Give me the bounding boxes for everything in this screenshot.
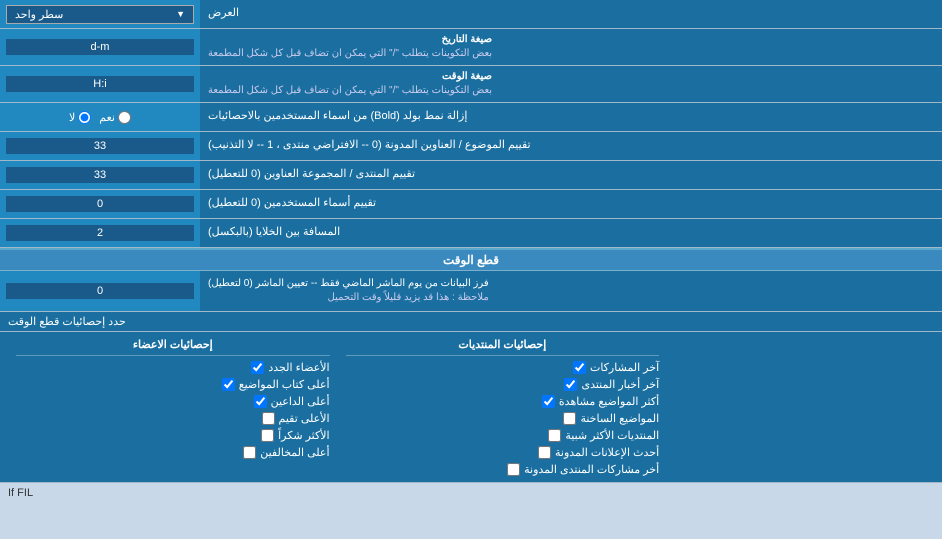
date-format-input[interactable]: [6, 39, 194, 55]
checkbox-forum-posts: أخر مشاركات المنتدى المدونة: [346, 461, 660, 478]
if-fil-row: If FIL: [0, 483, 942, 503]
checkbox-most-similar-input[interactable]: [548, 429, 561, 442]
topic-order-input-cell: [0, 132, 200, 160]
time-format-label: صيغة الوقت بعض التكوينات يتطلب "/" التي …: [200, 66, 942, 102]
time-format-input-cell: [0, 66, 200, 102]
checkbox-new-members-input[interactable]: [251, 361, 264, 374]
users-order-row: تقييم أسماء المستخدمين (0 للتعطيل): [0, 190, 942, 219]
display-mode-row: العرض ▼ سطر واحد: [0, 0, 942, 29]
display-mode-input[interactable]: ▼ سطر واحد: [0, 0, 200, 28]
bold-radio-cell: نعم لا: [0, 103, 200, 131]
checkbox-top-rated: الأعلى تقيم: [16, 410, 330, 427]
members-stats-col: إحصائيات الاعضاء الأعضاء الجدد أعلى كتاب…: [8, 336, 338, 478]
forum-order-input-cell: [0, 161, 200, 189]
time-format-input[interactable]: [6, 76, 194, 92]
empty-col: [667, 336, 934, 478]
posts-stats-header: إحصائيات المنتديات: [346, 336, 660, 356]
checkbox-top-writers-input[interactable]: [222, 378, 235, 391]
users-order-label: تقييم أسماء المستخدمين (0 للتعطيل): [200, 190, 942, 218]
checkbox-most-viewed: أكثر المواضيع مشاهدة: [346, 393, 660, 410]
bold-no-radio[interactable]: [78, 111, 91, 124]
members-stats-header: إحصائيات الاعضاء: [16, 336, 330, 356]
checkbox-top-rated-input[interactable]: [262, 412, 275, 425]
checkbox-top-invitors: أعلى الداعين: [16, 393, 330, 410]
checkbox-latest-announcements: أحدث الإعلانات المدونة: [346, 444, 660, 461]
realtime-header: قطع الوقت: [0, 248, 942, 271]
checkbox-latest-posts: آخر المشاركات: [346, 359, 660, 376]
bold-no-label[interactable]: لا: [69, 111, 91, 124]
forum-order-input[interactable]: [6, 167, 194, 183]
bold-yes-label[interactable]: نعم: [99, 111, 131, 124]
checkbox-most-thanks: الأكثر شكراً: [16, 427, 330, 444]
checkbox-most-thanks-input[interactable]: [261, 429, 274, 442]
checkbox-latest-announcements-input[interactable]: [538, 446, 551, 459]
cell-spacing-label: المسافة بين الخلايا (بالبكسل): [200, 219, 942, 247]
cell-spacing-input[interactable]: [6, 225, 194, 241]
topic-order-row: تقييم الموضوع / العناوين المدونة (0 -- ا…: [0, 132, 942, 161]
topic-order-input[interactable]: [6, 138, 194, 154]
checkbox-top-invitors-input[interactable]: [254, 395, 267, 408]
limit-row: حدد إحصائيات قطع الوقت: [0, 312, 942, 332]
forum-order-label: تقييم المنتدى / المجموعة العناوين (0 للت…: [200, 161, 942, 189]
users-order-input-cell: [0, 190, 200, 218]
topic-order-label: تقييم الموضوع / العناوين المدونة (0 -- ا…: [200, 132, 942, 160]
checkbox-most-viewed-input[interactable]: [542, 395, 555, 408]
users-order-input[interactable]: [6, 196, 194, 212]
checkbox-most-similar: المنتديات الأكثر شبية: [346, 427, 660, 444]
checkbox-forum-news: آخر أخبار المنتدى: [346, 376, 660, 393]
posts-stats-col: إحصائيات المنتديات آخر المشاركات آخر أخب…: [338, 336, 668, 478]
checkbox-forum-posts-input[interactable]: [507, 463, 520, 476]
cell-spacing-row: المسافة بين الخلايا (بالبكسل): [0, 219, 942, 248]
realtime-filter-row: فرز البيانات من يوم الماشر الماضي فقط --…: [0, 271, 942, 312]
checkbox-new-members: الأعضاء الجدد: [16, 359, 330, 376]
bold-label: إزالة نمط بولد (Bold) من اسماء المستخدمي…: [200, 103, 942, 131]
checkboxes-section: إحصائيات المنتديات آخر المشاركات آخر أخب…: [0, 332, 942, 483]
checkbox-forum-news-input[interactable]: [564, 378, 577, 391]
date-format-row: صيغة التاريخ بعض التكوينات يتطلب "/" الت…: [0, 29, 942, 66]
realtime-filter-input[interactable]: [6, 283, 194, 299]
cell-spacing-input-cell: [0, 219, 200, 247]
checkbox-top-writers: أعلى كتاب المواضيع: [16, 376, 330, 393]
bold-yes-radio[interactable]: [118, 111, 131, 124]
dropdown-arrow: ▼: [176, 9, 185, 19]
checkbox-top-violators: أعلى المخالفين: [16, 444, 330, 461]
display-mode-label: العرض: [200, 0, 942, 28]
forum-order-row: تقييم المنتدى / المجموعة العناوين (0 للت…: [0, 161, 942, 190]
realtime-filter-input-cell: [0, 271, 200, 311]
checkboxes-cols: إحصائيات المنتديات آخر المشاركات آخر أخب…: [8, 336, 934, 478]
date-format-label: صيغة التاريخ بعض التكوينات يتطلب "/" الت…: [200, 29, 942, 65]
display-mode-dropdown[interactable]: ▼ سطر واحد: [6, 5, 194, 24]
checkbox-top-violators-input[interactable]: [243, 446, 256, 459]
realtime-filter-label: فرز البيانات من يوم الماشر الماضي فقط --…: [200, 271, 942, 311]
date-format-input-cell: [0, 29, 200, 65]
checkbox-hot-topics: المواضيع الساخنة: [346, 410, 660, 427]
time-format-row: صيغة الوقت بعض التكوينات يتطلب "/" التي …: [0, 66, 942, 103]
checkbox-hot-topics-input[interactable]: [563, 412, 576, 425]
checkbox-latest-posts-input[interactable]: [573, 361, 586, 374]
bold-row: إزالة نمط بولد (Bold) من اسماء المستخدمي…: [0, 103, 942, 132]
